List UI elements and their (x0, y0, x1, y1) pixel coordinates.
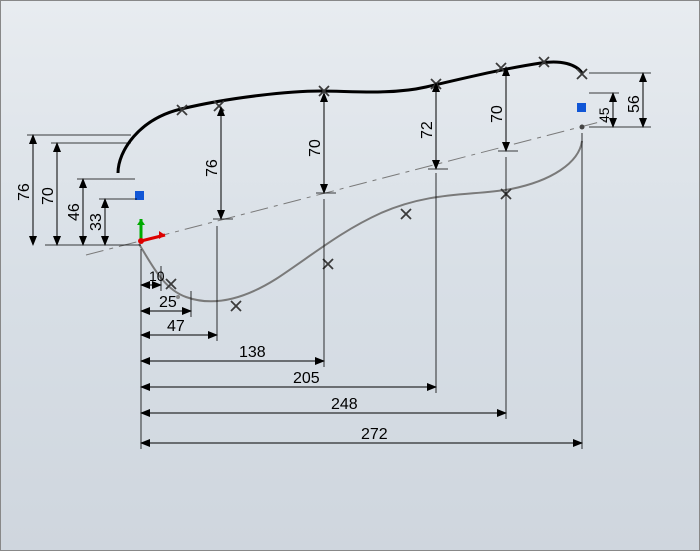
dim-70-b: 70 (307, 139, 324, 157)
dim-70-left: 70 (40, 187, 57, 205)
end-point (580, 125, 585, 130)
dim-138: 138 (239, 344, 266, 361)
dim-56: 56 (626, 95, 643, 113)
dim-205: 205 (293, 370, 320, 387)
dim-72: 72 (419, 121, 436, 139)
dim-46: 46 (66, 203, 83, 221)
dim-horizontal-stack: 10 25 47 138 205 248 272 (141, 133, 582, 449)
dim-25: 25 (159, 294, 177, 311)
upper-spline (118, 62, 582, 173)
spline-markers (166, 57, 587, 311)
dim-47: 47 (167, 318, 185, 335)
dim-right-stack: 56 45 (589, 73, 651, 127)
dim-248: 248 (331, 396, 358, 413)
dim-45: 45 (596, 107, 612, 123)
endpoint-right (577, 103, 586, 112)
dim-top-stack: 76 70 72 70 (204, 67, 518, 219)
origin-marker (137, 219, 165, 244)
dim-33: 33 (88, 213, 105, 231)
aux-point (176, 295, 180, 299)
dim-70-c: 70 (489, 105, 506, 123)
cad-sketch-viewport: 76 70 46 33 76 70 72 70 (1, 1, 700, 551)
dim-76-left: 76 (16, 183, 33, 201)
dim-10: 10 (149, 268, 165, 284)
dim-76-b: 76 (204, 159, 221, 177)
dim-272: 272 (361, 426, 388, 443)
